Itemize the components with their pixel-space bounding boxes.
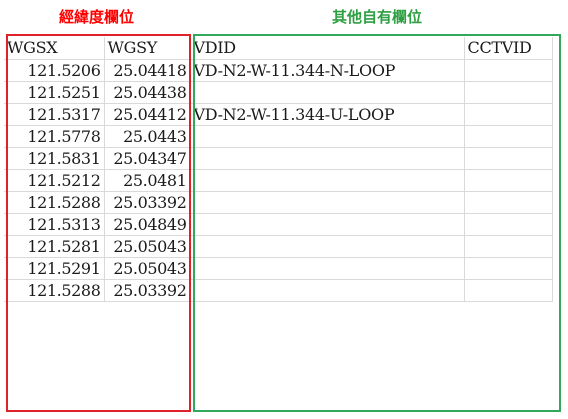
cell-wgsy[interactable]: 25.03392 bbox=[104, 191, 191, 214]
cell-vdid[interactable] bbox=[190, 279, 465, 302]
table-row: 121.5778 25.0443 bbox=[4, 125, 553, 148]
cell-wgsy[interactable]: 25.05043 bbox=[104, 235, 191, 258]
cell-cctvid[interactable] bbox=[464, 235, 553, 258]
header-cell-wgsy[interactable]: WGSY bbox=[104, 37, 191, 60]
cell-wgsx[interactable]: 121.5778 bbox=[4, 125, 105, 148]
cell-vdid[interactable]: VD-N2-W-11.344-U-LOOP bbox=[190, 103, 465, 126]
cell-cctvid[interactable] bbox=[464, 169, 553, 192]
cell-wgsy[interactable]: 25.04412 bbox=[104, 103, 191, 126]
header-cell-vdid[interactable]: VDID bbox=[190, 37, 465, 60]
header-cell-cctvid[interactable]: CCTVID bbox=[464, 37, 553, 60]
cell-wgsx[interactable]: 121.5206 bbox=[4, 59, 105, 82]
cell-vdid[interactable]: VD-N2-W-11.344-N-LOOP bbox=[190, 59, 465, 82]
cell-wgsx[interactable]: 121.5313 bbox=[4, 213, 105, 236]
table-row: 121.5206 25.04418 VD-N2-W-11.344-N-LOOP bbox=[4, 59, 553, 82]
cell-vdid[interactable] bbox=[190, 235, 465, 258]
cell-wgsy[interactable]: 25.04418 bbox=[104, 59, 191, 82]
table-row: 121.5313 25.04849 bbox=[4, 213, 553, 236]
header-row: WGSX WGSY VDID CCTVID bbox=[4, 37, 553, 60]
cell-vdid[interactable] bbox=[190, 147, 465, 170]
cell-vdid[interactable] bbox=[190, 169, 465, 192]
cell-cctvid[interactable] bbox=[464, 103, 553, 126]
cell-wgsx[interactable]: 121.5212 bbox=[4, 169, 105, 192]
cell-wgsy[interactable]: 25.04849 bbox=[104, 213, 191, 236]
spreadsheet-body: WGSX WGSY VDID CCTVID 121.5206 25.04418 VD-N2-… bbox=[4, 37, 553, 302]
cell-wgsy[interactable]: 25.05043 bbox=[104, 257, 191, 280]
cell-wgsx[interactable]: 121.5831 bbox=[4, 147, 105, 170]
cell-cctvid[interactable] bbox=[464, 147, 553, 170]
table-row: 121.5281 25.05043 bbox=[4, 235, 553, 258]
table-row: 121.5291 25.05043 bbox=[4, 257, 553, 280]
cell-cctvid[interactable] bbox=[464, 191, 553, 214]
cell-wgsx[interactable]: 121.5317 bbox=[4, 103, 105, 126]
cell-vdid[interactable] bbox=[190, 191, 465, 214]
cell-wgsy[interactable]: 25.04438 bbox=[104, 81, 191, 104]
other-fields-caption: 其他自有欄位 bbox=[331, 8, 422, 26]
spreadsheet-table: WGSX WGSY VDID CCTVID 121.5206 25.04418 VD-N2-… bbox=[4, 37, 553, 302]
cell-wgsx[interactable]: 121.5281 bbox=[4, 235, 105, 258]
table-row: 121.5212 25.0481 bbox=[4, 169, 553, 192]
cell-wgsy[interactable]: 25.03392 bbox=[104, 279, 191, 302]
header-cell-wgsx[interactable]: WGSX bbox=[4, 37, 105, 60]
cell-wgsy[interactable]: 25.0443 bbox=[104, 125, 191, 148]
cell-wgsx[interactable]: 121.5288 bbox=[4, 191, 105, 214]
cell-wgsx[interactable]: 121.5291 bbox=[4, 257, 105, 280]
table-row: 121.5831 25.04347 bbox=[4, 147, 553, 170]
cell-cctvid[interactable] bbox=[464, 257, 553, 280]
table-row: 121.5288 25.03392 bbox=[4, 191, 553, 214]
cell-vdid[interactable] bbox=[190, 125, 465, 148]
cell-vdid[interactable] bbox=[190, 213, 465, 236]
cell-wgsy[interactable]: 25.04347 bbox=[104, 147, 191, 170]
cell-wgsx[interactable]: 121.5251 bbox=[4, 81, 105, 104]
coordinate-fields-caption: 經緯度欄位 bbox=[58, 8, 134, 26]
cell-wgsy[interactable]: 25.0481 bbox=[104, 169, 191, 192]
cell-wgsx[interactable]: 121.5288 bbox=[4, 279, 105, 302]
table-row: 121.5251 25.04438 bbox=[4, 81, 553, 104]
table-row: 121.5317 25.04412 VD-N2-W-11.344-U-LOOP bbox=[4, 103, 553, 126]
cell-vdid[interactable] bbox=[190, 257, 465, 280]
cell-cctvid[interactable] bbox=[464, 81, 553, 104]
cell-vdid[interactable] bbox=[190, 81, 465, 104]
cell-cctvid[interactable] bbox=[464, 125, 553, 148]
cell-cctvid[interactable] bbox=[464, 59, 553, 82]
table-row: 121.5288 25.03392 bbox=[4, 279, 553, 302]
cell-cctvid[interactable] bbox=[464, 213, 553, 236]
cell-cctvid[interactable] bbox=[464, 279, 553, 302]
